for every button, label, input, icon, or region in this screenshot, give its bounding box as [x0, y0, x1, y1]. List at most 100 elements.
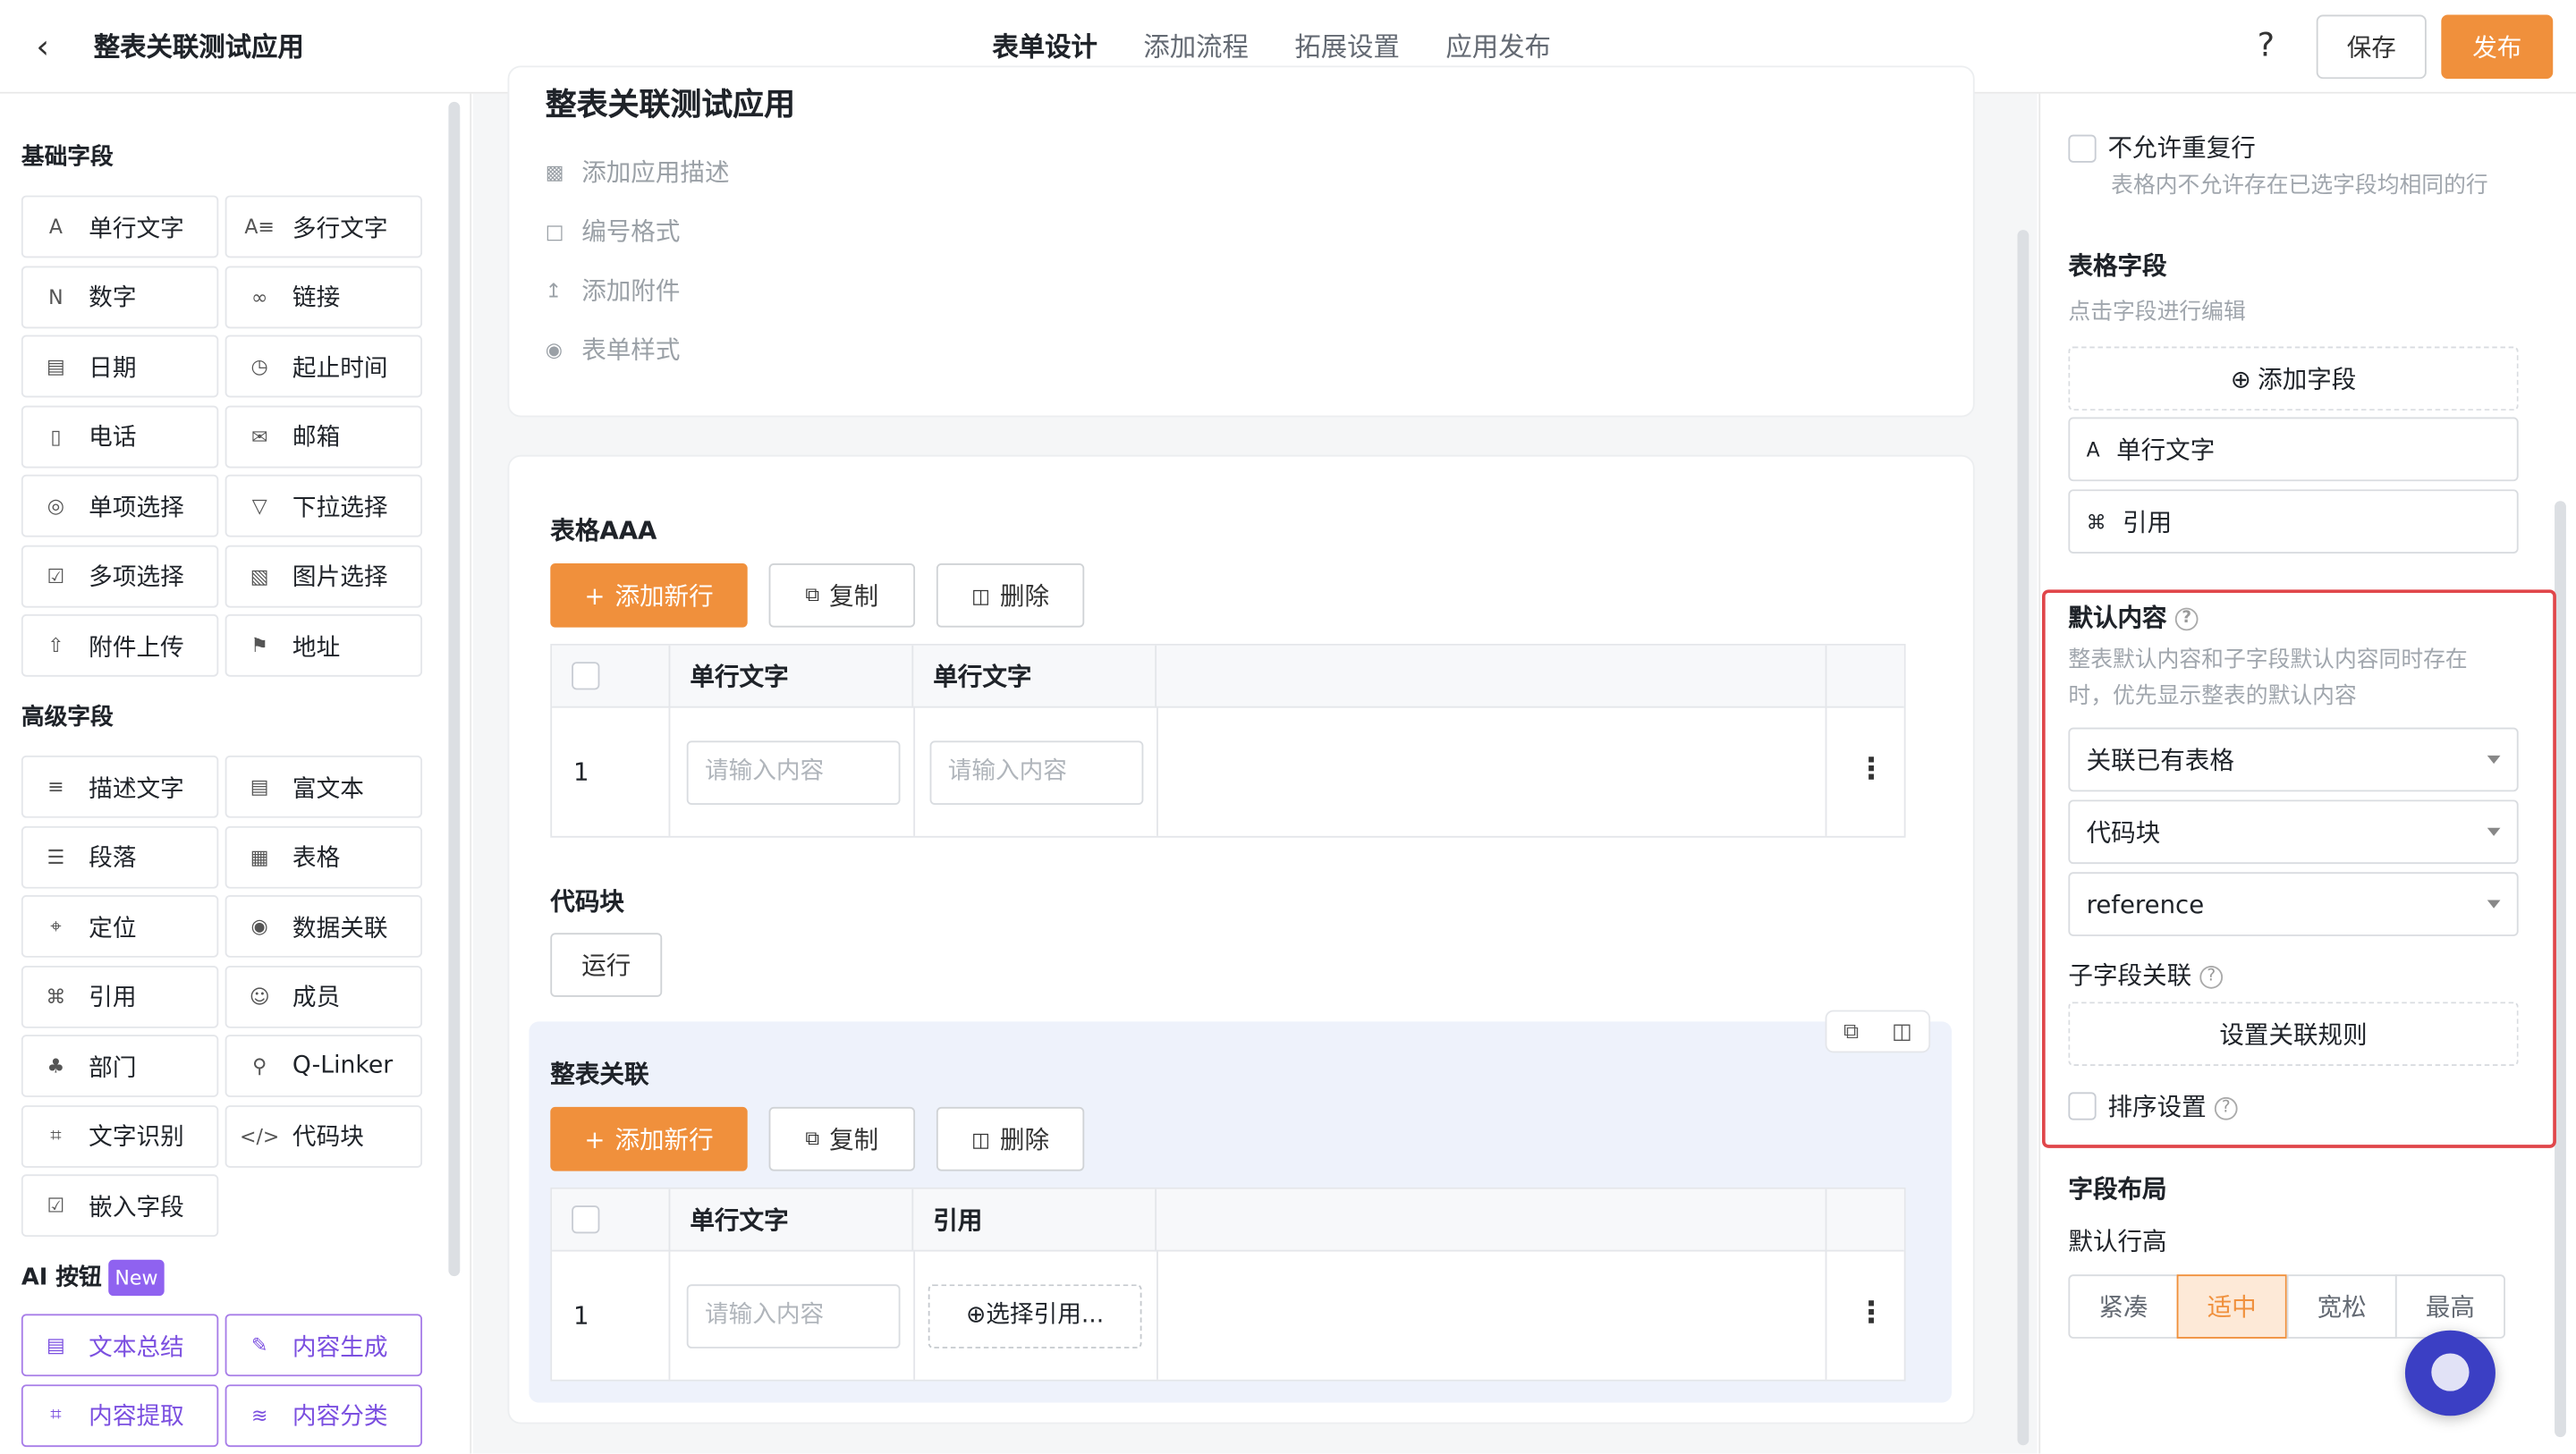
publish-button[interactable]: 发布: [2441, 14, 2554, 80]
field-label: 图片选择: [292, 564, 388, 592]
palette-scrollbar[interactable]: [448, 101, 461, 1277]
field-item-label: 单行文字: [2116, 435, 2216, 465]
no-duplicate-row-label: 不允许重复行: [2107, 132, 2256, 163]
table-field-item[interactable]: A 单行文字: [2068, 417, 2519, 482]
select-reference-button[interactable]: ⊕选择引用...: [928, 1284, 1142, 1348]
copy-icon[interactable]: ⧉: [1843, 1019, 1859, 1044]
plus-circle-icon: ⊕: [2230, 363, 2251, 393]
field-phone[interactable]: ▯ 电话: [21, 404, 219, 468]
tab-form-design[interactable]: 表单设计: [992, 30, 1097, 92]
canvas-scrollbar[interactable]: [2017, 230, 2029, 1446]
add-field-button[interactable]: ⊕ 添加字段: [2068, 346, 2519, 411]
sort-settings-checkbox[interactable]: [2068, 1092, 2097, 1120]
content-generation-icon: ✎: [250, 1333, 268, 1357]
field-date[interactable]: ▤ 日期: [21, 334, 219, 398]
more-icon[interactable]: ⋮: [1856, 753, 1885, 787]
field-multi-line-text[interactable]: A≡ 多行文字: [225, 195, 423, 258]
text-input[interactable]: 请输入内容: [686, 740, 901, 805]
field-location[interactable]: ⌖ 定位: [21, 895, 219, 958]
sort-settings-label: 排序设置?: [2107, 1091, 2238, 1124]
add-row-button[interactable]: + 添加新行: [550, 562, 748, 628]
form-title[interactable]: 整表关联测试应用: [546, 86, 795, 125]
field-image-select[interactable]: ▧ 图片选择: [225, 544, 423, 607]
field-dropdown[interactable]: ▽ 下拉选择: [225, 474, 423, 537]
question-icon[interactable]: ?: [2199, 965, 2224, 988]
question-icon[interactable]: ?: [2174, 606, 2199, 630]
no-duplicate-row-checkbox[interactable]: [2068, 134, 2097, 163]
delete-button[interactable]: ◫ 删除: [936, 1106, 1085, 1171]
field-label: 起止时间: [292, 355, 388, 383]
tab-add-flow[interactable]: 添加流程: [1143, 30, 1249, 65]
field-paragraph[interactable]: ☰ 段落: [21, 824, 219, 888]
number-icon: □: [545, 220, 564, 243]
field-department[interactable]: ♣ 部门: [21, 1035, 219, 1097]
field-date-range[interactable]: ◷ 起止时间: [225, 334, 423, 398]
reference-select[interactable]: reference: [2068, 872, 2519, 936]
trash-icon[interactable]: ◫: [1892, 1019, 1912, 1044]
link-table-select[interactable]: 关联已有表格: [2068, 727, 2519, 792]
field-reference[interactable]: ⌘ 引用: [21, 965, 219, 1027]
field-table[interactable]: ▦ 表格: [225, 824, 423, 888]
table-field-item[interactable]: ⌘ 引用: [2068, 489, 2519, 554]
add-row-button[interactable]: + 添加新行: [550, 1106, 748, 1171]
delete-button[interactable]: ◫ 删除: [936, 562, 1085, 628]
field-content-generation[interactable]: ✎ 内容生成: [225, 1314, 423, 1377]
row-height-max[interactable]: 最高: [2394, 1274, 2505, 1339]
help-icon[interactable]: ?: [2258, 25, 2275, 64]
field-email[interactable]: ✉ 邮箱: [225, 404, 423, 468]
add-description-option[interactable]: ▩ 添加应用描述: [546, 156, 730, 189]
link-icon: ⌘: [2086, 510, 2106, 534]
more-icon[interactable]: ⋮: [1856, 1297, 1885, 1331]
tab-app-publish[interactable]: 应用发布: [1445, 30, 1551, 65]
assistant-float-button[interactable]: [2404, 1330, 2496, 1416]
field-embed-field[interactable]: ☑ 嵌入字段: [21, 1174, 219, 1238]
field-rich-text[interactable]: ▤ 富文本: [225, 755, 423, 818]
comment-icon: ▩: [545, 160, 564, 184]
add-attachment-option[interactable]: ↥ 添加附件: [546, 275, 681, 308]
member-icon: ☺: [249, 985, 270, 1008]
set-link-rule-button[interactable]: 设置关联规则: [2068, 1002, 2519, 1067]
select-all-checkbox[interactable]: [572, 662, 600, 690]
field-attachment[interactable]: ⇧ 附件上传: [21, 613, 219, 677]
save-button[interactable]: 保存: [2316, 14, 2427, 80]
field-text-summary[interactable]: ▤ 文本总结: [21, 1314, 219, 1377]
select-all-checkbox[interactable]: [572, 1205, 600, 1234]
field-checkbox[interactable]: ☑ 多项选择: [21, 544, 219, 607]
row-height-medium[interactable]: 适中: [2176, 1274, 2287, 1339]
field-q-linker[interactable]: ⚲ Q-Linker: [225, 1035, 423, 1097]
run-button[interactable]: 运行: [550, 933, 663, 997]
field-address[interactable]: ⚑ 地址: [225, 613, 423, 677]
field-radio[interactable]: ◎ 单项选择: [21, 474, 219, 537]
field-label: 邮箱: [292, 425, 341, 452]
code-block-select[interactable]: 代码块: [2068, 799, 2519, 865]
row-height-loose[interactable]: 宽松: [2286, 1274, 2397, 1339]
address-icon: ⚑: [250, 633, 269, 657]
column-header: 单行文字: [668, 1188, 914, 1252]
form-style-option[interactable]: ◉ 表单样式: [546, 334, 681, 367]
field-number[interactable]: N 数字: [21, 265, 219, 328]
field-description[interactable]: ≡ 描述文字: [21, 755, 219, 818]
field-label: 代码块: [292, 1125, 364, 1152]
question-icon[interactable]: ?: [2214, 1095, 2238, 1120]
field-code-block[interactable]: </> 代码块: [225, 1104, 423, 1167]
copy-button[interactable]: ⧉ 复制: [768, 1106, 916, 1171]
number-format-option[interactable]: □ 编号格式: [546, 216, 681, 249]
field-content-extraction[interactable]: ⌗ 内容提取: [21, 1383, 219, 1447]
q-linker-icon: ⚲: [252, 1054, 267, 1078]
field-link[interactable]: ∞ 链接: [225, 265, 423, 328]
tab-extend-settings[interactable]: 拓展设置: [1294, 30, 1400, 65]
row-height-compact[interactable]: 紧凑: [2068, 1274, 2179, 1339]
ai-buttons-title: AI 按钮 New: [21, 1259, 165, 1297]
default-content-title: 默认内容?: [2068, 601, 2199, 634]
field-member[interactable]: ☺ 成员: [225, 965, 423, 1027]
field-content-classification[interactable]: ≋ 内容分类: [225, 1383, 423, 1447]
whole-table-link-grid: 单行文字 引用 1 请输入内容 ⊕选择引用... ⋮: [550, 1187, 1906, 1382]
copy-button[interactable]: ⧉ 复制: [768, 562, 916, 628]
text-input[interactable]: 请输入内容: [686, 1284, 901, 1348]
field-single-line-text[interactable]: A 单行文字: [21, 195, 219, 258]
field-ocr[interactable]: ⌗ 文字识别: [21, 1104, 219, 1167]
chevron-left-icon[interactable]: ‹: [36, 28, 49, 63]
field-data-link[interactable]: ◉ 数据关联: [225, 895, 423, 958]
text-input[interactable]: 请输入内容: [929, 740, 1144, 805]
panel-scrollbar[interactable]: [2555, 501, 2566, 1438]
